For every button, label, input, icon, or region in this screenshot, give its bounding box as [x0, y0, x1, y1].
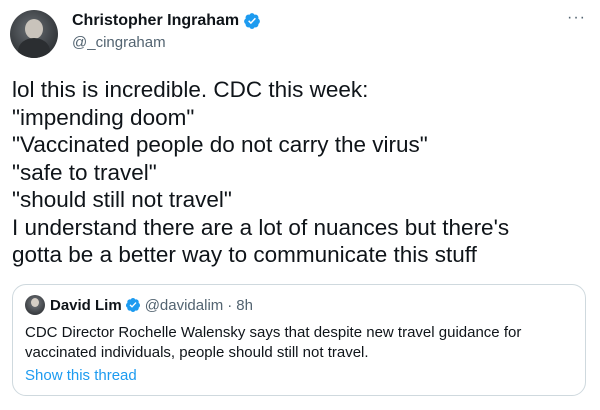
tweet-line: gotta be a better way to communicate thi… — [12, 242, 477, 267]
quoted-line: CDC Director Rochelle Walensky says that… — [25, 324, 522, 341]
quoted-timestamp[interactable]: 8h — [236, 297, 253, 314]
quoted-separator: · — [227, 296, 233, 314]
tweet-line: I understand there are a lot of nuances … — [12, 214, 510, 240]
quoted-tweet[interactable]: David Lim @davidalim · 8h CDC Director R… — [12, 284, 586, 396]
author-name-row[interactable]: Christopher Ingraham — [72, 11, 261, 31]
tweet-line: "Vaccinated people do not carry the viru… — [12, 132, 428, 157]
quoted-author-name[interactable]: David Lim — [50, 297, 122, 314]
tweet-line: "impending doom" — [12, 104, 195, 130]
author-handle[interactable]: @_cingraham — [72, 33, 166, 53]
tweet-line: "should still not travel" — [12, 187, 232, 212]
show-thread-link[interactable]: Show this thread — [25, 366, 137, 386]
avatar-body — [18, 38, 50, 58]
quoted-line: vaccinated individuals, people should st… — [25, 344, 369, 361]
verified-badge-icon — [244, 13, 261, 29]
tweet: Christopher Ingraham @_cingraham ··· lol… — [0, 0, 600, 410]
tweet-line: lol this is incredible. CDC this week: — [12, 77, 369, 102]
avatar-head — [25, 19, 43, 39]
author-avatar[interactable] — [10, 10, 58, 58]
tweet-text: lol this is incredible. CDC this week: "… — [12, 76, 592, 269]
quoted-tweet-header: David Lim @davidalim · 8h — [25, 295, 253, 315]
verified-badge-icon — [125, 298, 140, 312]
quoted-author-avatar[interactable] — [25, 295, 45, 315]
tweet-line: "safe to travel" — [12, 159, 157, 185]
quoted-avatar-head — [31, 298, 39, 307]
quoted-tweet-text: CDC Director Rochelle Walensky says that… — [25, 323, 575, 363]
more-options-icon[interactable]: ··· — [567, 10, 586, 26]
quoted-author-handle[interactable]: @davidalim — [145, 297, 224, 314]
author-name[interactable]: Christopher Ingraham — [72, 11, 239, 31]
